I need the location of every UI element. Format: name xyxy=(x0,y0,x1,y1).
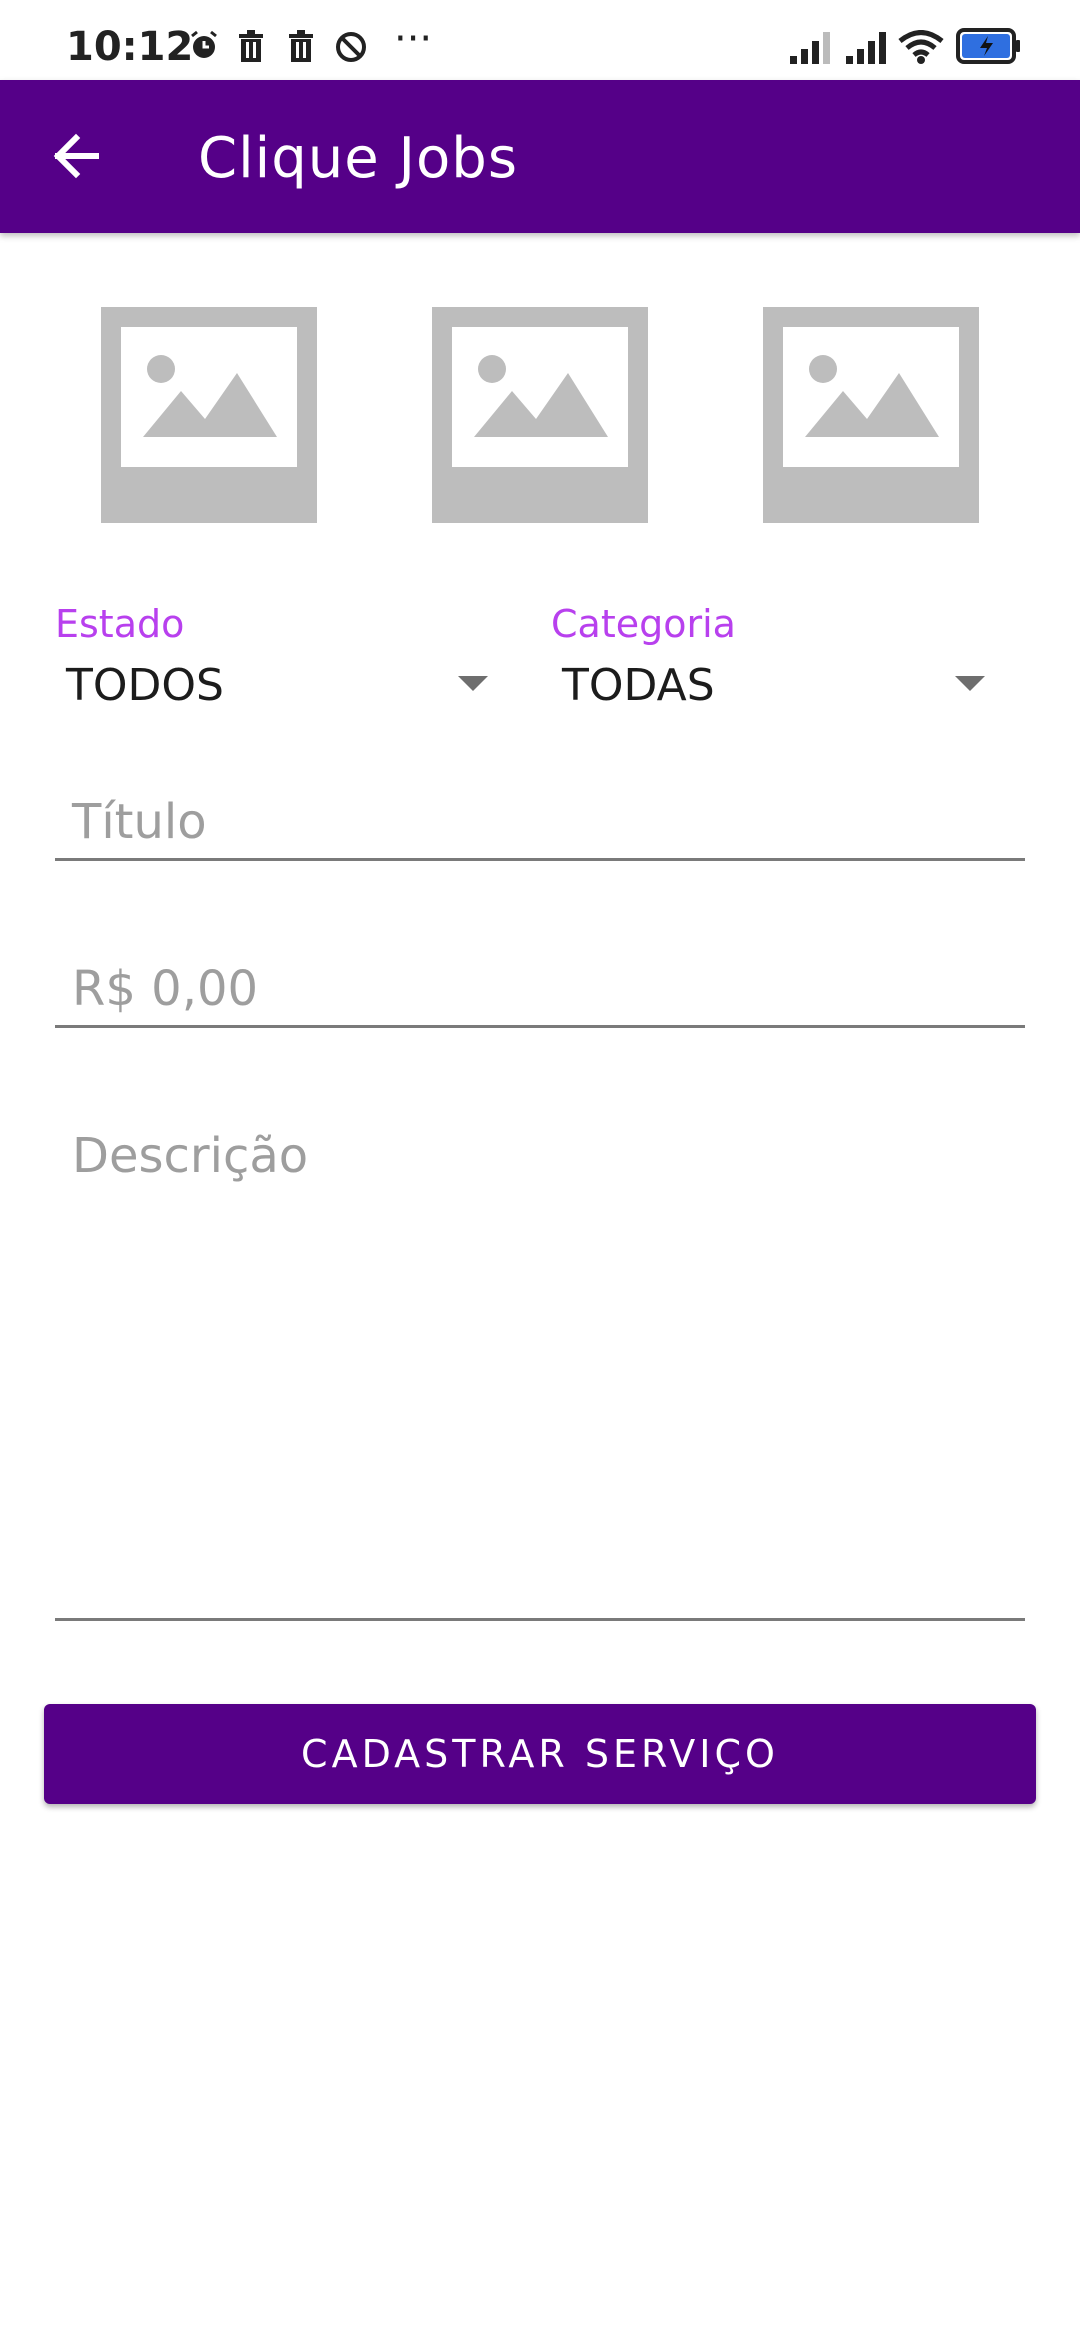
dropdown-arrow-icon xyxy=(458,676,488,691)
trash-icon xyxy=(289,30,313,62)
status-bar: 10:12 ··· xyxy=(0,0,1080,80)
app-bar: Clique Jobs xyxy=(0,80,1080,233)
preco-placeholder: R$ 0,00 xyxy=(72,961,259,1017)
wifi-icon xyxy=(898,30,944,64)
image-slot-2[interactable] xyxy=(432,307,648,523)
titulo-underline xyxy=(55,858,1025,861)
categoria-label: Categoria xyxy=(551,602,736,646)
signal-icon xyxy=(846,32,886,64)
cadastrar-servico-button[interactable]: CADASTRAR SERVIÇO xyxy=(44,1704,1036,1804)
image-placeholder-icon xyxy=(121,327,297,467)
more-notifications: ··· xyxy=(394,16,433,62)
estado-value: TODOS xyxy=(66,660,224,711)
alarm-icon xyxy=(191,30,217,58)
titulo-placeholder: Título xyxy=(72,794,207,850)
image-placeholder-icon xyxy=(452,327,628,467)
battery-icon xyxy=(956,28,1020,64)
preco-underline xyxy=(55,1025,1025,1028)
status-time: 10:12 xyxy=(66,24,194,70)
estado-label: Estado xyxy=(55,602,185,646)
image-placeholder-icon xyxy=(783,327,959,467)
screen: 10:12 ··· Clique Jobs Estado TODOS Categ… xyxy=(0,0,1080,2340)
trash-icon xyxy=(239,30,263,62)
image-slot-1[interactable] xyxy=(101,307,317,523)
signal-icon xyxy=(790,32,830,64)
descricao-placeholder: Descrição xyxy=(72,1128,309,1184)
page-title: Clique Jobs xyxy=(198,126,519,191)
back-button[interactable] xyxy=(40,116,120,196)
block-icon xyxy=(336,32,366,62)
categoria-value: TODAS xyxy=(562,660,715,711)
descricao-underline xyxy=(55,1618,1025,1621)
dropdown-arrow-icon xyxy=(955,676,985,691)
arrow-left-icon xyxy=(53,133,99,179)
image-slot-3[interactable] xyxy=(763,307,979,523)
